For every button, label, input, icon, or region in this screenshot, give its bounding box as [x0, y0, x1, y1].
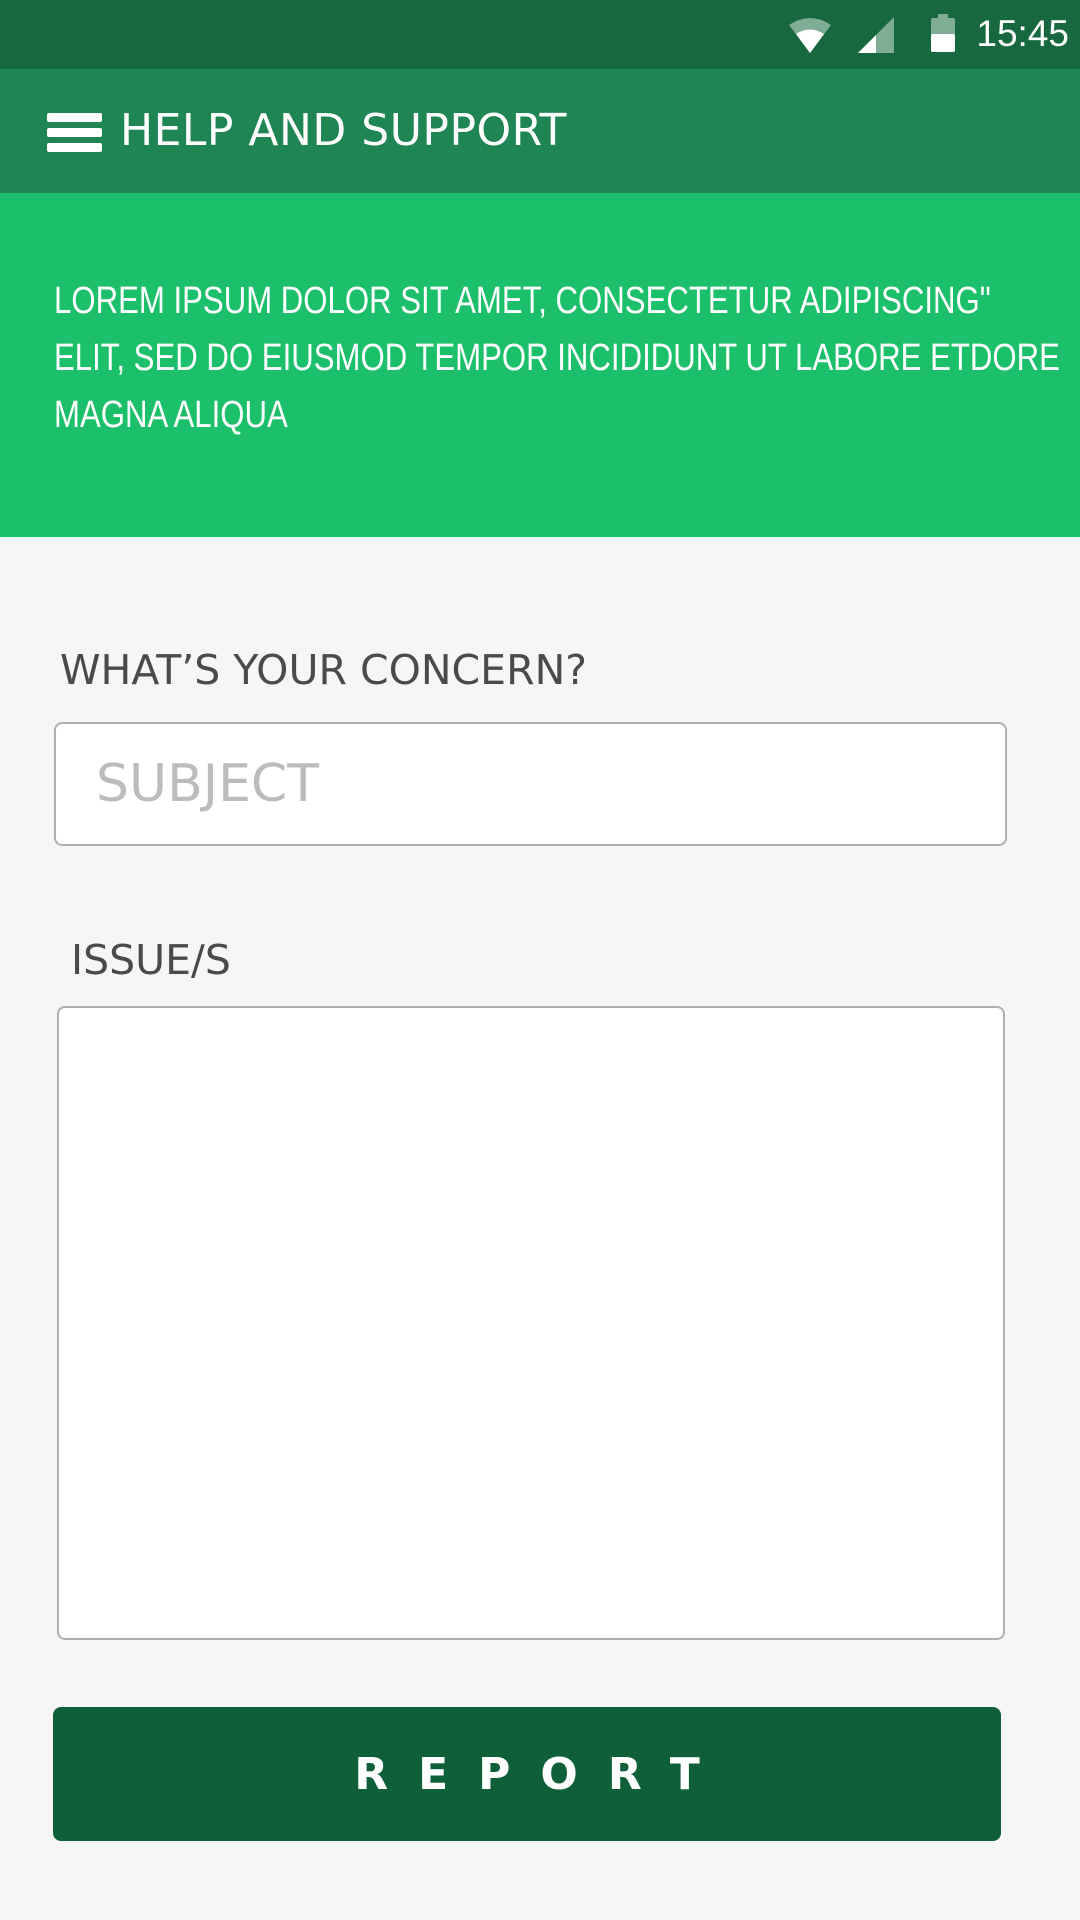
status-bar: 15:45 — [0, 0, 1080, 69]
report-button[interactable]: REPORT — [53, 1707, 1001, 1841]
wifi-icon — [789, 18, 831, 53]
issue-label: ISSUE/S — [71, 936, 231, 984]
status-time: 15:45 — [976, 13, 1069, 54]
concern-label: WHAT’S YOUR CONCERN? — [60, 646, 587, 694]
battery-icon — [931, 14, 955, 52]
cell-signal-icon — [858, 17, 894, 53]
menu-bar — [47, 113, 102, 122]
banner-line: MAGNA ALIQUA — [54, 394, 288, 436]
info-banner: LOREM IPSUM DOLOR SIT AMET, CONSECTETUR … — [0, 193, 1080, 537]
hamburger-menu-icon[interactable] — [38, 103, 108, 159]
app-bar: HELP AND SUPPORT — [0, 69, 1080, 193]
banner-line: LOREM IPSUM DOLOR SIT AMET, CONSECTETUR … — [54, 280, 991, 322]
subject-input[interactable] — [54, 722, 1007, 846]
menu-bar — [47, 143, 102, 152]
banner-text: LOREM IPSUM DOLOR SIT AMET, CONSECTETUR … — [54, 273, 1060, 444]
issue-textarea[interactable] — [57, 1006, 1005, 1640]
menu-bar — [47, 128, 102, 137]
page-title: HELP AND SUPPORT — [120, 105, 567, 156]
banner-line: ELIT, SED DO EIUSMOD TEMPOR INCIDIDUNT U… — [54, 337, 1060, 379]
